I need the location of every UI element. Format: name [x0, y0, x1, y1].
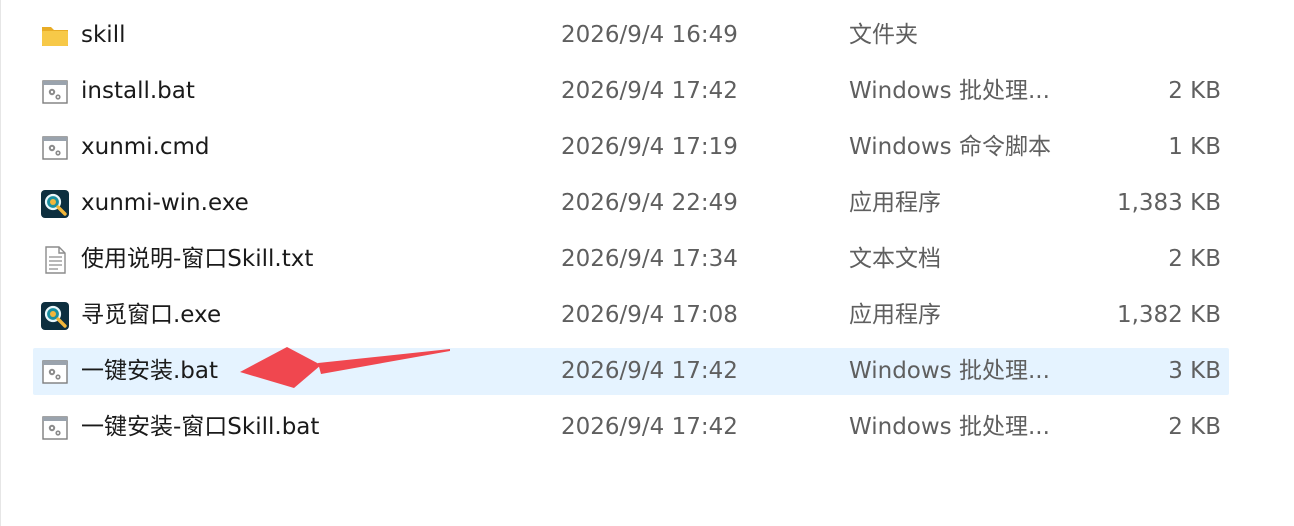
file-name: xunmi-win.exe	[81, 190, 249, 216]
search-app-icon	[41, 190, 69, 218]
file-type: 文本文档	[849, 246, 941, 272]
file-type: Windows 批处理...	[849, 414, 1050, 440]
file-row-xunmi-window-exe[interactable]: 寻觅窗口.exe 2026/9/4 17:08 应用程序 1,382 KB	[33, 292, 1229, 339]
file-size: 2 KB	[1168, 246, 1221, 272]
file-row-usage-txt[interactable]: 使用说明-窗口Skill.txt 2026/9/4 17:34 文本文档 2 K…	[33, 236, 1229, 283]
file-row-one-click-install-bat[interactable]: 一键安装.bat 2026/9/4 17:42 Windows 批处理... 3…	[33, 348, 1229, 395]
file-row-install-bat[interactable]: install.bat 2026/9/4 17:42 Windows 批处理..…	[33, 68, 1229, 115]
file-size: 1 KB	[1168, 134, 1221, 160]
batch-file-icon	[42, 80, 68, 104]
file-type: 应用程序	[849, 302, 941, 328]
file-date: 2026/9/4 17:42	[561, 414, 738, 440]
file-date: 2026/9/4 22:49	[561, 190, 738, 216]
folder-icon	[42, 27, 68, 46]
file-name: 使用说明-窗口Skill.txt	[81, 246, 314, 272]
file-name: xunmi.cmd	[81, 134, 210, 160]
file-name: 一键安装.bat	[81, 358, 219, 384]
file-type: 文件夹	[849, 22, 918, 48]
batch-file-icon	[42, 136, 68, 160]
file-size: 1,383 KB	[1116, 190, 1221, 216]
window-left-border	[0, 0, 1, 526]
file-name: skill	[81, 22, 126, 48]
file-size: 2 KB	[1168, 78, 1221, 104]
file-size: 2 KB	[1168, 414, 1221, 440]
file-type: Windows 批处理...	[849, 78, 1050, 104]
file-row-skill[interactable]: skill 2026/9/4 16:49 文件夹	[33, 12, 1229, 59]
file-row-xunmi-win-exe[interactable]: xunmi-win.exe 2026/9/4 22:49 应用程序 1,383 …	[33, 180, 1229, 227]
file-date: 2026/9/4 16:49	[561, 22, 738, 48]
file-type: 应用程序	[849, 190, 941, 216]
file-name: 寻觅窗口.exe	[81, 302, 222, 328]
text-file-icon	[45, 246, 66, 274]
file-date: 2026/9/4 17:19	[561, 134, 738, 160]
batch-file-icon	[42, 416, 68, 440]
file-type: Windows 命令脚本	[849, 134, 1051, 160]
file-name: install.bat	[81, 78, 195, 104]
file-size: 1,382 KB	[1116, 302, 1221, 328]
file-name: 一键安装-窗口Skill.bat	[81, 414, 320, 440]
file-type: Windows 批处理...	[849, 358, 1050, 384]
file-date: 2026/9/4 17:08	[561, 302, 738, 328]
file-row-one-click-install-skill-bat[interactable]: 一键安装-窗口Skill.bat 2026/9/4 17:42 Windows …	[33, 404, 1229, 451]
file-date: 2026/9/4 17:34	[561, 246, 738, 272]
search-app-icon	[41, 302, 69, 330]
file-row-xunmi-cmd[interactable]: xunmi.cmd 2026/9/4 17:19 Windows 命令脚本 1 …	[33, 124, 1229, 171]
batch-file-icon	[42, 360, 68, 384]
file-date: 2026/9/4 17:42	[561, 78, 738, 104]
file-date: 2026/9/4 17:42	[561, 358, 738, 384]
file-size: 3 KB	[1168, 358, 1221, 384]
